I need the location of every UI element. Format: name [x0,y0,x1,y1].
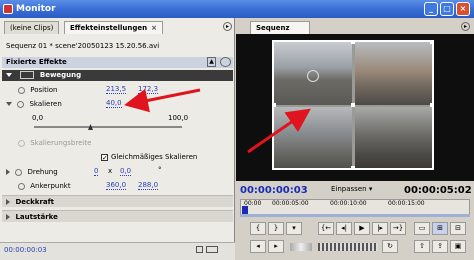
stopwatch-icon[interactable] [18,86,25,94]
expand-triangle-icon[interactable] [6,214,10,220]
anchor-x-value[interactable]: 360,0 [106,181,127,190]
jog-shuttle[interactable] [290,243,312,251]
fit-dropdown[interactable]: Einpassen ▾ [331,185,372,193]
loop-icon[interactable]: ↻ [382,240,398,253]
monitor-menu-icon[interactable]: ▸ [461,22,470,31]
go-to-out-icon[interactable]: →} [390,222,406,235]
extract-icon[interactable]: ⇪ [432,240,448,253]
sequence-path: Sequenz 01 * scene'20050123 15.20.56.avi [6,42,160,50]
export-frame-icon[interactable]: ▣ [450,240,466,253]
anchor-point-icon[interactable] [307,70,319,82]
minimize-icon[interactable]: _ [424,2,438,16]
safe-margins-icon[interactable]: ▭ [414,222,430,235]
step-forward-icon[interactable]: |▸ [372,222,388,235]
scaled-clip-bottom-left[interactable] [274,107,352,168]
transform-handle[interactable] [430,103,434,107]
effect-panel-timecode[interactable]: 00:00:00:03 [4,246,47,254]
slider-min-label: 0,0 [32,114,44,122]
scaled-clip-top-right[interactable] [355,42,432,105]
stopwatch-icon[interactable] [18,182,25,190]
go-to-in-icon[interactable]: {← [318,222,334,235]
shuttle-right-icon[interactable]: ▸ [268,240,284,253]
window-title-bar: Monitor [0,0,474,18]
app-icon [3,4,13,14]
transform-handle[interactable] [430,40,434,44]
marker-icon[interactable]: ▾ [286,222,302,235]
trim-icon[interactable]: ⊟ [450,222,466,235]
ruler-label: 00:00:05:00 [272,200,309,207]
expand-triangle-icon[interactable] [6,102,12,106]
degree-symbol: ° [158,166,162,174]
ruler-label: 00:00:10:00 [330,200,367,207]
rotation-x-separator: x [108,167,113,175]
shuttle-left-icon[interactable]: ◂ [250,240,266,253]
transform-handle[interactable] [351,103,355,107]
view-toggle-icon[interactable] [206,246,218,253]
slider-max-label: 100,0 [168,114,189,122]
expand-triangle-icon[interactable] [6,199,10,205]
settings-icon[interactable] [220,57,231,67]
scroll-up-icon[interactable]: ▲ [207,57,216,67]
zoom-out-icon[interactable] [196,246,203,253]
play-icon[interactable]: ▶ [354,222,370,235]
scale-width-row: Skalierungsbreite [2,138,233,149]
stopwatch-icon [18,139,25,147]
anchor-y-value[interactable]: 288,0 [138,181,159,190]
stopwatch-icon[interactable] [17,100,25,108]
ruler-label: 00:00:15:00 [388,200,425,207]
uniform-scale-label: Gleichmäßiges Skalieren [111,153,198,161]
tab-effect-controls[interactable]: Effekteinstellungen × [64,21,163,34]
fixed-effects-header: Fixierte Effekte [2,57,233,68]
motion-effect-row[interactable]: Bewegung [2,70,233,81]
position-x-value[interactable]: 213,5 [106,85,127,94]
rotation-turns-value[interactable]: 0 [94,167,99,176]
motion-box-icon[interactable] [20,71,35,79]
mark-in-icon[interactable]: { [250,222,266,235]
position-y-value[interactable]: 172,3 [138,85,159,94]
tab-close-icon[interactable]: × [151,24,157,32]
output-icon[interactable]: ⊞ [432,222,448,235]
transform-handle[interactable] [272,103,276,107]
maximize-icon[interactable]: □ [440,2,454,16]
current-timecode[interactable]: 00:00:00:03 [240,185,308,196]
transform-handle[interactable] [351,40,355,44]
expand-triangle-icon[interactable] [6,73,12,77]
opacity-section[interactable]: Deckkraft [2,195,233,207]
rotation-row: Drehung [2,167,233,178]
panel-menu-icon[interactable]: ▸ [223,22,232,31]
jog-wheel[interactable] [318,243,378,251]
step-back-icon[interactable]: ◂| [336,222,352,235]
lift-icon[interactable]: ⇧ [414,240,430,253]
scale-value[interactable]: 40,0 [106,99,122,108]
playhead[interactable] [242,206,248,214]
window-title: Monitor [16,4,56,14]
volume-section[interactable]: Lautstärke [2,210,233,222]
scale-slider-track[interactable] [34,126,182,128]
mark-out-icon[interactable]: } [268,222,284,235]
tab-sequence-01[interactable]: Sequenz 01× [250,21,310,44]
duration-timecode: 00:00:05:02 [404,185,472,196]
scaled-clip-bottom-right[interactable] [355,107,432,168]
tab-no-clips[interactable]: (keine Clips) [4,21,60,34]
work-area-bar[interactable] [240,214,470,217]
close-icon[interactable]: × [456,2,470,16]
uniform-scale-checkbox[interactable]: ✓ [101,154,108,162]
stopwatch-icon[interactable] [15,168,23,176]
expand-triangle-icon[interactable] [6,169,10,175]
chevron-down-icon: ▾ [368,185,373,193]
transform-handle[interactable] [351,166,355,170]
rotation-degrees-value[interactable]: 0,0 [120,167,132,176]
